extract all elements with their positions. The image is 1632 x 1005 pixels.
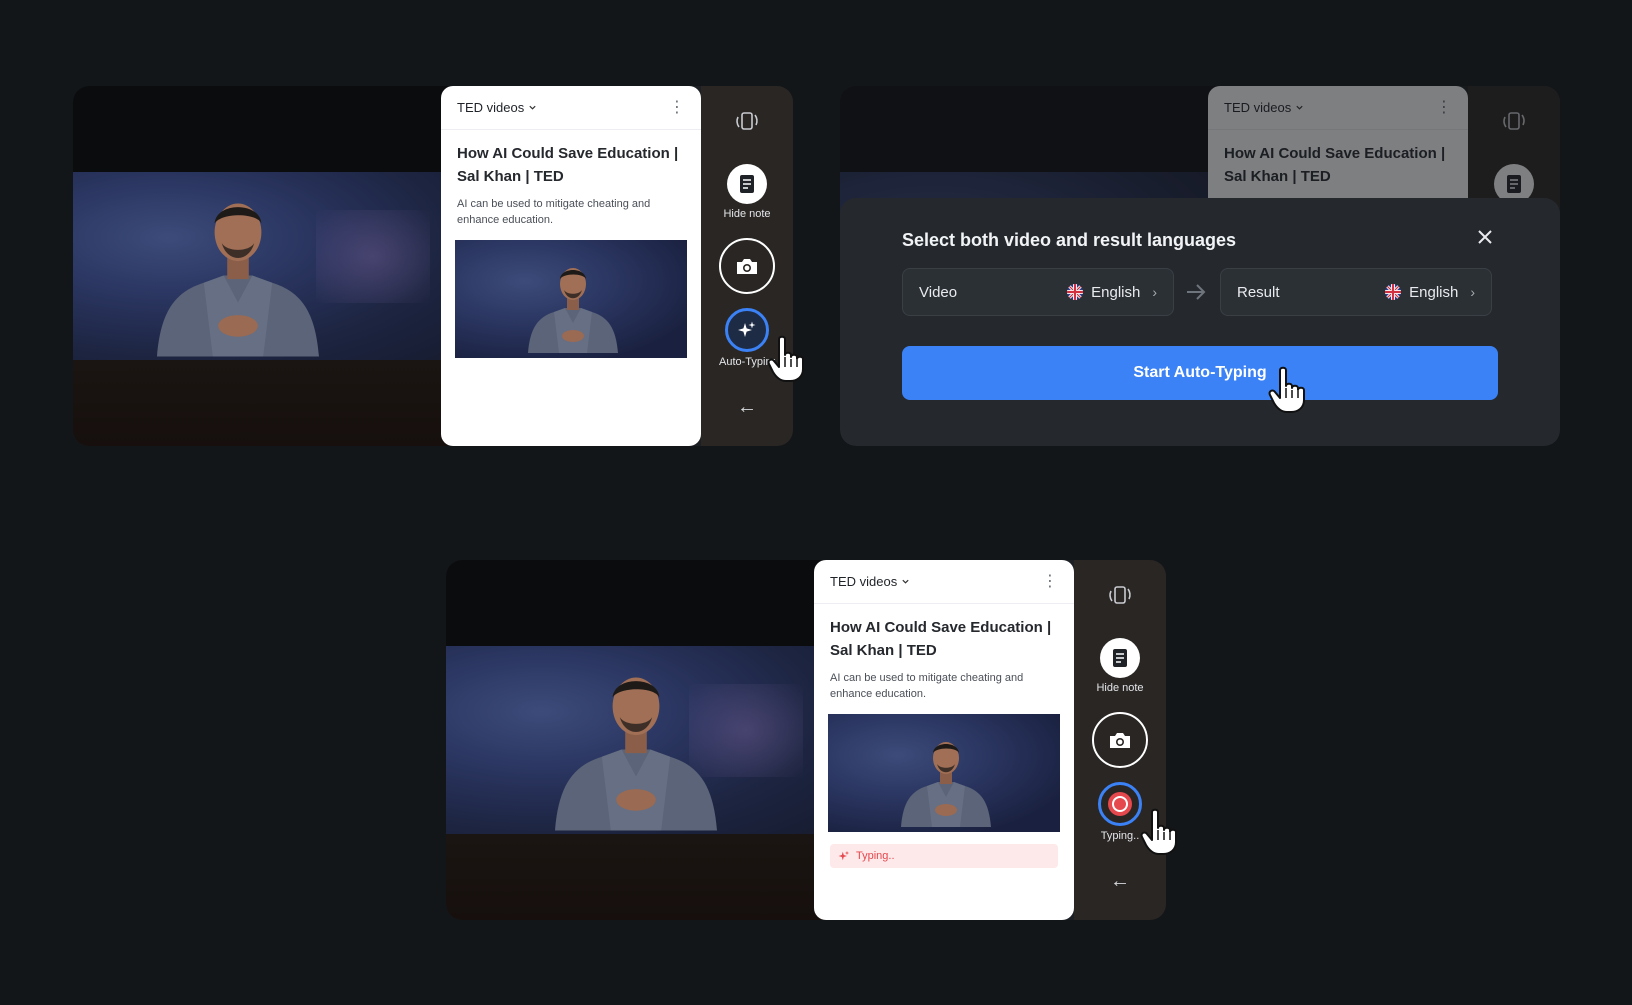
chevron-right-icon: ›: [1470, 284, 1475, 300]
hide-note-button[interactable]: Hide note: [1074, 638, 1166, 694]
language-select-frame: TED videos ⋮ How AI Could Save Education…: [840, 86, 1560, 446]
chevron-down-icon: [529, 105, 536, 110]
start-auto-typing-button[interactable]: Start Auto-Typing: [902, 346, 1498, 400]
note-screenshot: [828, 714, 1060, 832]
note-description: AI can be used to mitigate cheating and …: [830, 672, 1024, 700]
result-language-value: English: [1409, 283, 1459, 301]
chevron-down-icon: [902, 579, 909, 584]
dialog-title: Select both video and result languages: [902, 230, 1237, 250]
pointer-hand-icon: [1140, 808, 1180, 856]
folder-selector[interactable]: TED videos: [830, 574, 910, 589]
close-icon[interactable]: [1476, 228, 1494, 246]
rotate-device-icon[interactable]: [734, 108, 760, 134]
language-dialog: Select both video and result languages V…: [840, 198, 1560, 446]
note-panel: TED videos ⋮ How AI Could Save Education…: [441, 86, 701, 446]
camera-icon: [737, 259, 757, 274]
note-icon: [1113, 649, 1127, 667]
back-arrow-icon[interactable]: ←: [737, 396, 757, 419]
rotate-device-icon[interactable]: [1107, 582, 1133, 608]
video-label: Video: [919, 283, 958, 301]
typing-label: Typing..: [1100, 830, 1140, 842]
video-frame: [446, 646, 826, 834]
video-language-value: English: [1091, 283, 1141, 301]
note-header: TED videos ⋮: [441, 86, 701, 130]
more-options-icon[interactable]: ⋮: [1042, 573, 1058, 590]
auto-typing-frame: TED videos ⋮ How AI Could Save Education…: [73, 86, 793, 446]
note-header: TED videos ⋮: [814, 560, 1074, 604]
hide-note-button[interactable]: Hide note: [701, 164, 793, 220]
speaker-thumbnail: [523, 248, 623, 358]
note-panel: TED videos ⋮ How AI Could Save Education…: [814, 560, 1074, 920]
typing-status-bar: Typing..: [830, 844, 1058, 868]
note-icon: [740, 175, 754, 193]
uk-flag-icon: [1067, 284, 1084, 300]
note-screenshot: [455, 240, 687, 358]
speaker-image: [148, 173, 328, 360]
video-player[interactable]: [446, 560, 826, 920]
hide-note-label: Hide note: [723, 208, 771, 220]
hide-note-label: Hide note: [1096, 682, 1144, 694]
chevron-right-icon: ›: [1152, 284, 1157, 300]
pointer-hand-icon: [767, 335, 807, 383]
note-title: How AI Could Save Education | Sal Khan |…: [830, 619, 1052, 659]
folder-name: TED videos: [830, 574, 898, 589]
camera-icon: [1110, 733, 1130, 748]
record-icon: [1108, 792, 1132, 816]
screenshot-button[interactable]: [1074, 712, 1166, 768]
note-description: AI can be used to mitigate cheating and …: [457, 198, 651, 226]
pointer-hand-icon: [1268, 366, 1308, 414]
typing-status-text: Typing..: [856, 850, 895, 862]
folder-selector[interactable]: TED videos: [457, 100, 537, 115]
sparkle-icon: [738, 321, 756, 337]
side-toolbar: Hide note Typing.. ←: [1074, 560, 1166, 920]
result-language-select[interactable]: Result English ›: [1220, 268, 1492, 316]
typing-frame: TED videos ⋮ How AI Could Save Education…: [446, 560, 1166, 920]
video-language-select[interactable]: Video English ›: [902, 268, 1174, 316]
video-frame: [73, 172, 453, 360]
result-label: Result: [1237, 283, 1280, 301]
uk-flag-icon: [1385, 284, 1402, 300]
back-arrow-icon[interactable]: ←: [1110, 870, 1130, 893]
note-title: How AI Could Save Education | Sal Khan |…: [457, 145, 679, 185]
arrow-right-icon: [1187, 284, 1206, 300]
more-options-icon[interactable]: ⋮: [669, 99, 685, 116]
side-toolbar: Hide note Auto-Typing ←: [701, 86, 793, 446]
speaker-image: [546, 647, 726, 834]
folder-name: TED videos: [457, 100, 525, 115]
sparkle-icon: [838, 850, 850, 861]
start-auto-typing-label: Start Auto-Typing: [1133, 364, 1267, 381]
video-player[interactable]: [73, 86, 453, 446]
screenshot-button[interactable]: [701, 238, 793, 294]
speaker-thumbnail: [896, 722, 996, 832]
